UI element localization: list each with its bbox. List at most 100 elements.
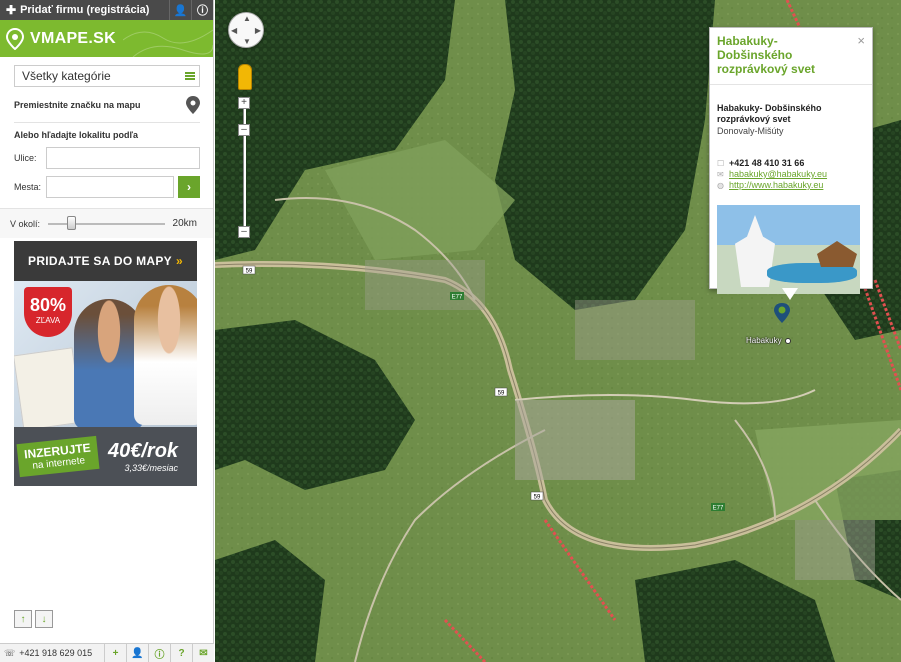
road-shield: E77	[450, 292, 464, 301]
place-location: Donovaly-Mišúty	[717, 126, 784, 136]
ad-cta: INZERUJTE na internete	[16, 435, 100, 478]
close-icon[interactable]: ×	[857, 33, 865, 48]
place-contacts: ☐ +421 48 410 31 66 ✉ habakuky@habakuky.…	[717, 158, 865, 191]
road-shield: 59	[530, 491, 544, 501]
radius-label: V okolí:	[10, 218, 41, 229]
ad-photo: 80% ZĽAVA	[14, 281, 197, 427]
ad-headline-text: PRIDAJTE SA DO MAPY	[28, 254, 172, 268]
advertisement-banner[interactable]: PRIDAJTE SA DO MAPY » 80% ZĽAVA INZERUJT…	[14, 241, 197, 486]
ad-badge-percent: 80%	[29, 295, 67, 315]
arrow-up-icon[interactable]: ↑	[14, 610, 32, 628]
menu-icon	[185, 72, 195, 80]
svg-text:59: 59	[534, 495, 541, 501]
info-icon[interactable]: ⓘ	[191, 0, 213, 20]
place-photo[interactable]	[717, 205, 860, 294]
add-company-link[interactable]: Pridať firmu (registrácia)	[20, 4, 149, 16]
footer-bar: ☏ +421 918 629 015 + 👤 ⓘ ? ✉	[0, 643, 214, 662]
place-phone: +421 48 410 31 66	[729, 158, 805, 168]
street-label: Ulice:	[14, 153, 37, 163]
pan-down-icon[interactable]: ▼	[243, 37, 251, 46]
move-marker-label: Premiestnite značku na mapu	[14, 100, 141, 110]
place-web-link[interactable]: http://www.habakuky.eu	[729, 180, 823, 191]
place-name: Habakuky- Dobšinského rozprávkový svet	[717, 103, 822, 124]
move-marker-row: Premiestnite značku na mapu	[14, 96, 200, 123]
info-window-header: Habakuky- Dobšinského rozprávkový svet	[710, 28, 872, 85]
poi-marker-icon[interactable]	[773, 303, 791, 323]
logo-pin-icon	[6, 27, 24, 50]
map-marker-icon[interactable]	[186, 96, 200, 114]
mail-icon: ✉	[717, 170, 724, 179]
radius-value: 20km	[172, 218, 197, 229]
road-shield: 59	[242, 265, 256, 275]
radius-row: V okolí: 20km	[0, 208, 213, 238]
info-window-tail	[782, 288, 798, 300]
road-shield: 59	[494, 387, 508, 397]
place-email-link[interactable]: habakuky@habakuky.eu	[729, 169, 827, 180]
user-icon[interactable]: 👤	[126, 643, 148, 662]
help-icon[interactable]: ?	[170, 643, 192, 662]
zoom-slider-track[interactable]	[243, 102, 246, 232]
brand-bar: VMAPE.SK	[0, 20, 213, 57]
ad-discount-badge: 80% ZĽAVA	[24, 287, 72, 337]
sidebar: ✚ Pridať firmu (registrácia) 👤 ⓘ VMAPE.S…	[0, 0, 214, 662]
top-bar: ✚ Pridať firmu (registrácia) 👤 ⓘ	[0, 0, 213, 20]
svg-text:59: 59	[498, 391, 505, 397]
ad-price-month: 3,33€/mesiac	[124, 463, 179, 473]
search-hint: Alebo hľadajte lokalitu podľa	[14, 130, 138, 140]
place-web-row: ◍ http://www.habakuky.eu	[717, 180, 865, 191]
ad-map-illustration	[14, 347, 83, 427]
brand-logo[interactable]: VMAPE.SK	[30, 30, 116, 48]
ad-person-woman	[134, 285, 197, 425]
zoom-in-button[interactable]: +	[238, 97, 250, 109]
scroll-buttons: ↑ ↓	[14, 610, 53, 628]
pan-left-icon[interactable]: ◀	[231, 26, 237, 35]
brand-map-graphic	[123, 29, 213, 57]
info-window-body: Habakuky- Dobšinského rozprávkový svet D…	[710, 85, 872, 294]
arrow-down-icon[interactable]: ↓	[35, 610, 53, 628]
search-go-button[interactable]: ›	[178, 176, 200, 198]
plus-icon: ✚	[6, 3, 17, 17]
pan-control[interactable]: ▲ ▼ ◀ ▶	[228, 12, 264, 48]
ad-badge-label: ZĽAVA	[35, 316, 61, 325]
ad-footer: INZERUJTE na internete 40€/rok 3,33€/mes…	[14, 427, 197, 486]
svg-text:E77: E77	[452, 295, 463, 301]
user-icon[interactable]: 👤	[169, 0, 191, 20]
city-row: Mesta: ›	[14, 176, 200, 198]
city-label: Mesta:	[14, 182, 42, 192]
search-panel: Všetky kategórie Premiestnite značku na …	[0, 57, 213, 238]
zoom-out-button[interactable]: –	[238, 226, 250, 238]
pan-up-icon[interactable]: ▲	[243, 14, 251, 23]
place-phone-row: ☐ +421 48 410 31 66	[717, 158, 865, 169]
place-info-window: Habakuky- Dobšinského rozprávkový svet ×…	[709, 27, 873, 300]
svg-text:59: 59	[246, 269, 253, 275]
poi-dot[interactable]	[785, 338, 791, 344]
phone-icon: ☐	[717, 159, 725, 168]
place-email-row: ✉ habakuky@habakuky.eu	[717, 169, 865, 180]
zoom-slider-handle[interactable]: –	[238, 124, 250, 136]
info-icon[interactable]: ⓘ	[148, 643, 170, 662]
plus-icon[interactable]: +	[104, 643, 126, 662]
category-select-value: Všetky kategórie	[22, 69, 111, 83]
ad-price: 40€/rok 3,33€/mesiac	[108, 440, 178, 473]
ad-price-year: 40€/rok	[108, 440, 179, 462]
globe-icon: ◍	[717, 181, 724, 190]
info-window-title: Habakuky- Dobšinského rozprávkový svet	[717, 34, 816, 76]
street-view-pegman-icon[interactable]	[238, 64, 252, 90]
ad-arrows: »	[175, 254, 183, 268]
radius-slider-handle[interactable]	[67, 215, 77, 230]
app: ✚ Pridať firmu (registrácia) 👤 ⓘ VMAPE.S…	[0, 0, 901, 662]
pan-right-icon[interactable]: ▶	[255, 26, 261, 35]
street-row: Ulice:	[14, 147, 200, 169]
city-input[interactable]	[46, 176, 174, 198]
svg-text:E77: E77	[713, 506, 724, 512]
poi-label[interactable]: Habakuky	[746, 336, 782, 345]
ad-headline: PRIDAJTE SA DO MAPY »	[14, 241, 197, 281]
road-shield: E77	[711, 503, 725, 512]
phone-icon: ☏	[4, 647, 16, 658]
street-input[interactable]	[46, 147, 200, 169]
category-select[interactable]: Všetky kategórie	[14, 65, 200, 87]
photo-hut	[817, 241, 857, 267]
footer-phone: +421 918 629 015	[19, 648, 93, 658]
radius-slider[interactable]	[48, 215, 165, 230]
mail-icon[interactable]: ✉	[192, 643, 214, 662]
